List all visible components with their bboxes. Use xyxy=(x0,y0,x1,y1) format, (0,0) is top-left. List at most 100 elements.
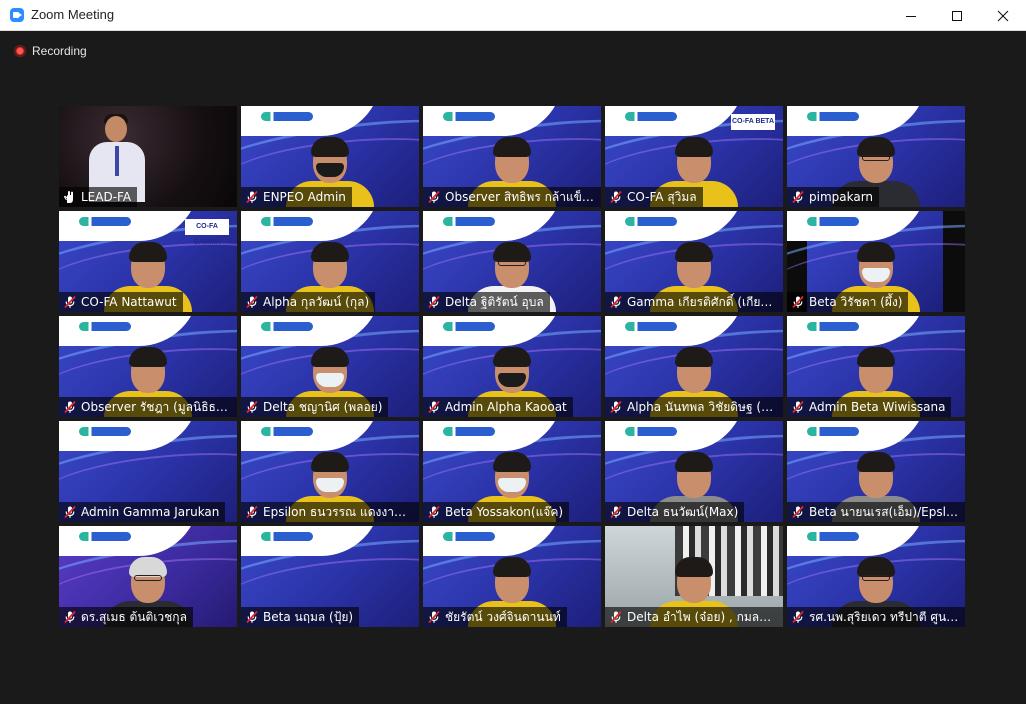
participant-name-bar: CO-FA Nattawut xyxy=(59,292,183,312)
participant-name-bar: Delta ฐิติรัตน์ อุบล xyxy=(423,292,550,312)
participant-name-bar: Alpha นันทพล วิชัยดิษฐ (โอ) xyxy=(605,397,783,417)
muted-mic-icon xyxy=(427,190,441,204)
participant-name-bar: Delta อำไพ (จ๋อย) , กมลสั้... xyxy=(605,607,783,627)
participant-name-bar: LEAD-FA xyxy=(59,187,138,207)
participant-tile[interactable]: รศ.นพ.สุริยเดว ทรีปาตี ศูนย์คุณธรรม xyxy=(787,526,965,627)
recording-indicator[interactable]: Recording xyxy=(14,43,87,59)
muted-mic-icon xyxy=(63,295,77,309)
participant-tile[interactable]: CO-FA BETA CO-FA สุวิมล xyxy=(605,106,783,207)
virtual-background-badge: CO-FA GAMMA xyxy=(185,219,229,246)
participant-name: CO-FA สุวิมล xyxy=(627,189,697,204)
participant-tile[interactable]: CO-FA GAMMA CO-FA Nattawut xyxy=(59,211,237,312)
participant-name: Observer รัชฎา (มูลนิธิธรร... xyxy=(81,399,231,414)
participant-tile[interactable]: Beta วิรัชดา (ผึ้ง) xyxy=(787,211,965,312)
muted-mic-icon xyxy=(245,190,259,204)
participant-name-bar: Beta วิรัชดา (ผึ้ง) xyxy=(787,292,909,312)
recording-label: Recording xyxy=(32,44,87,58)
participant-tile[interactable]: Admin Beta Wiwissana xyxy=(787,316,965,417)
event-logo-banner xyxy=(787,526,965,560)
event-logo-banner xyxy=(787,421,965,455)
muted-mic-icon xyxy=(427,400,441,414)
participant-name: ดร.สุเมธ ต้นติเวชกุล xyxy=(81,609,187,624)
participant-tile[interactable]: Delta ธนวัฒน์(Max) xyxy=(605,421,783,522)
event-logo-banner xyxy=(59,526,237,560)
participant-tile[interactable]: ดร.สุเมธ ต้นติเวชกุล xyxy=(59,526,237,627)
muted-mic-icon xyxy=(609,610,623,624)
window-title: Zoom Meeting xyxy=(31,7,115,22)
participant-name: Admin Beta Wiwissana xyxy=(809,400,946,414)
zoom-app-icon xyxy=(10,8,24,22)
participant-name: Admin Alpha Kaooat xyxy=(445,400,567,414)
muted-mic-icon xyxy=(609,505,623,519)
raised-hand-icon xyxy=(63,190,77,204)
title-bar: Zoom Meeting xyxy=(0,0,1026,31)
participant-name-bar: Admin Gamma Jarukan xyxy=(59,502,226,522)
participant-gallery: LEAD-FA ENPEO Admin Observer สิทธิพร กล้าแ… xyxy=(59,106,965,627)
event-logo-banner xyxy=(241,211,419,245)
participant-name-bar: Beta Yossakon(แจ๊ค) xyxy=(423,502,570,522)
participant-name: Epsilon ธนวรรณ แดงงาม(... xyxy=(263,504,413,519)
event-logo-banner xyxy=(241,421,419,455)
participant-tile[interactable]: ชัยรัตน์ วงศ์จินดานนท์ xyxy=(423,526,601,627)
muted-mic-icon xyxy=(63,610,77,624)
participant-name-bar: Beta นายนเรส(เอ็ม)/Epslio... xyxy=(787,502,965,522)
participant-tile[interactable]: Observer สิทธิพร กล้าแข็ง... xyxy=(423,106,601,207)
participant-name: pimpakarn xyxy=(809,190,874,204)
participant-tile[interactable]: Admin Gamma Jarukan xyxy=(59,421,237,522)
event-logo-banner xyxy=(423,421,601,455)
participant-name-bar: Delta ธนวัฒน์(Max) xyxy=(605,502,745,522)
minimize-button[interactable] xyxy=(888,0,934,31)
participant-name: CO-FA Nattawut xyxy=(81,295,177,309)
maximize-button[interactable] xyxy=(934,0,980,31)
participant-tile[interactable]: Admin Alpha Kaooat xyxy=(423,316,601,417)
participant-name: Delta ธนวัฒน์(Max) xyxy=(627,504,739,519)
muted-mic-icon xyxy=(791,295,805,309)
muted-mic-icon xyxy=(791,400,805,414)
participant-tile[interactable]: Beta นายนเรส(เอ็ม)/Epslio... xyxy=(787,421,965,522)
event-logo-banner xyxy=(787,316,965,350)
muted-mic-icon xyxy=(427,610,441,624)
participant-tile[interactable]: Gamma เกียรติศักดิ์ (เกียรติ) xyxy=(605,211,783,312)
event-logo-banner xyxy=(59,316,237,350)
participant-tile[interactable]: LEAD-FA xyxy=(59,106,237,207)
muted-mic-icon xyxy=(245,505,259,519)
participant-name-bar: ENPEO Admin xyxy=(241,187,352,207)
participant-name: Alpha กุลวัฒน์ (กุล) xyxy=(263,294,370,309)
participant-name: รศ.นพ.สุริยเดว ทรีปาตี ศูนย์คุณธรรม xyxy=(809,609,959,624)
minimize-icon xyxy=(906,15,916,17)
participant-tile[interactable]: Alpha นันทพล วิชัยดิษฐ (โอ) xyxy=(605,316,783,417)
participant-name: Alpha นันทพล วิชัยดิษฐ (โอ) xyxy=(627,399,777,414)
muted-mic-icon xyxy=(609,400,623,414)
participant-tile[interactable]: Epsilon ธนวรรณ แดงงาม(... xyxy=(241,421,419,522)
participant-name: Delta อำไพ (จ๋อย) , กมลสั้... xyxy=(627,609,777,624)
maximize-icon xyxy=(952,10,962,21)
participant-tile[interactable]: Delta ชญานิศ (พลอย) xyxy=(241,316,419,417)
participant-name-bar: Admin Alpha Kaooat xyxy=(423,397,573,417)
participant-name: Beta Yossakon(แจ๊ค) xyxy=(445,504,564,519)
muted-mic-icon xyxy=(791,505,805,519)
participant-tile[interactable]: Delta ฐิติรัตน์ อุบล xyxy=(423,211,601,312)
participant-tile[interactable]: Beta นฤมล (ปุ้ย) xyxy=(241,526,419,627)
participant-name: Delta ฐิติรัตน์ อุบล xyxy=(445,294,544,309)
muted-mic-icon xyxy=(63,505,77,519)
muted-mic-icon xyxy=(245,400,259,414)
participant-tile[interactable]: Observer รัชฎา (มูลนิธิธรร... xyxy=(59,316,237,417)
close-button[interactable] xyxy=(980,0,1026,31)
participant-tile[interactable]: Alpha กุลวัฒน์ (กุล) xyxy=(241,211,419,312)
participant-tile[interactable]: Delta อำไพ (จ๋อย) , กมลสั้... xyxy=(605,526,783,627)
event-logo-banner xyxy=(241,526,419,560)
participant-tile[interactable]: ENPEO Admin xyxy=(241,106,419,207)
participant-name: ชัยรัตน์ วงศ์จินดานนท์ xyxy=(445,609,561,624)
participant-tile[interactable]: pimpakarn xyxy=(787,106,965,207)
participant-name-bar: Beta นฤมล (ปุ้ย) xyxy=(241,607,360,627)
participant-tile[interactable]: Beta Yossakon(แจ๊ค) xyxy=(423,421,601,522)
event-logo-banner xyxy=(605,421,783,455)
participant-name-bar: ดร.สุเมธ ต้นติเวชกุล xyxy=(59,607,193,627)
event-logo-banner xyxy=(423,106,601,140)
muted-mic-icon xyxy=(609,295,623,309)
participant-name-bar: รศ.นพ.สุริยเดว ทรีปาตี ศูนย์คุณธรรม xyxy=(787,607,965,627)
participant-name-bar: ชัยรัตน์ วงศ์จินดานนท์ xyxy=(423,607,567,627)
event-logo-banner xyxy=(605,316,783,350)
event-logo-banner xyxy=(423,316,601,350)
muted-mic-icon xyxy=(791,610,805,624)
